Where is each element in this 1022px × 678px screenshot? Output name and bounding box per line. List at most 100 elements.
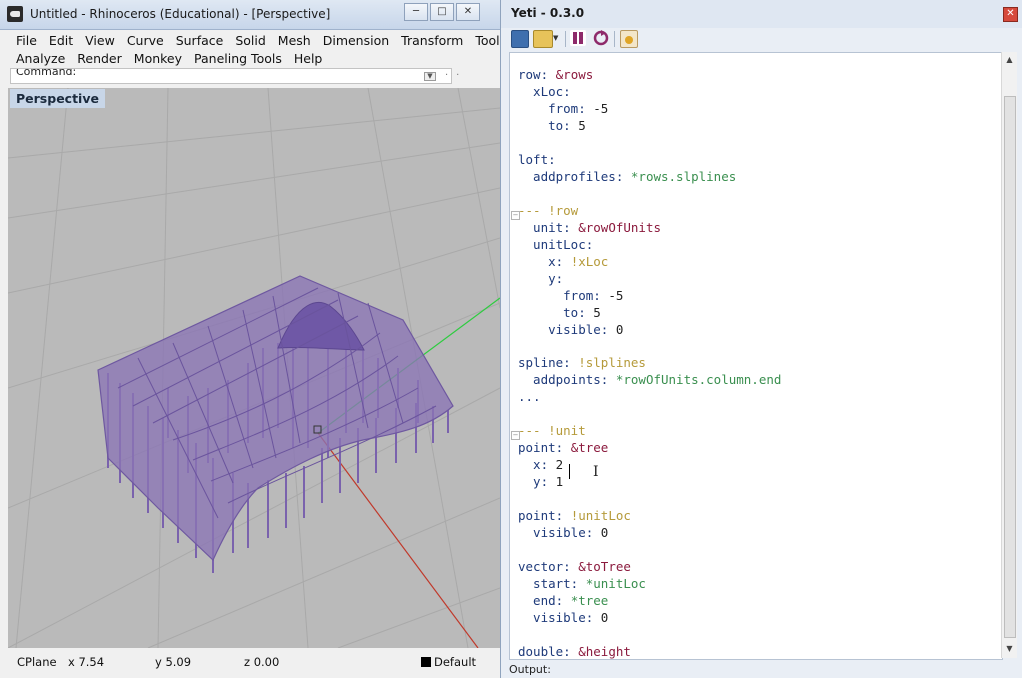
code-token: to: [518,304,594,320]
code-line[interactable]: row: &rows [518,67,781,84]
code-line[interactable]: y: 1 [518,474,781,491]
chevron-down-icon[interactable]: ▼ [553,34,558,42]
code-line[interactable]: --- !unit [518,423,781,440]
code-line[interactable] [518,627,781,644]
screenshot-icon[interactable] [620,30,638,48]
yeti-titlebar[interactable]: Yeti - 0.3.0 ✕ [501,0,1022,28]
menu-item-analyze[interactable]: Analyze [10,51,71,66]
scroll-down-icon[interactable]: ▼ [1005,644,1014,653]
code-token: !xLoc [570,253,609,269]
maximize-icon[interactable]: □ [430,3,454,21]
code-token: visible: [518,525,601,541]
code-line[interactable]: unitLoc: [518,237,781,254]
code-line[interactable]: end: *tree [518,593,781,610]
code-line[interactable]: xLoc: [518,84,781,101]
viewport-canvas[interactable] [8,88,500,648]
yeti-window-title: Yeti - 0.3.0 [511,6,585,20]
code-line[interactable]: from: -5 [518,101,781,118]
code-token: y: [518,270,564,286]
code-line[interactable] [518,491,781,508]
code-token: *rowOfUnits.column.end [615,372,782,388]
code-token: point: [518,508,571,524]
code-token: 0 [600,610,609,625]
menu-item-view[interactable]: View [79,33,121,48]
menu-item-dimension[interactable]: Dimension [317,33,395,48]
yaml-code[interactable]: row: &rows xLoc: from: -5 to: 5 loft: ad… [518,67,781,659]
code-token: y: [518,474,556,490]
code-line[interactable]: point: &tree [518,440,781,457]
menu-item-file[interactable]: File [10,33,43,48]
command-options-icon[interactable]: ·· [445,70,467,81]
code-line[interactable]: addpoints: *rowOfUnits.column.end [518,372,781,389]
code-line[interactable] [518,406,781,423]
code-line[interactable]: y: [518,271,781,288]
code-line[interactable]: vector: &toTree [518,559,781,576]
layer-color-swatch[interactable] [421,657,431,667]
code-line[interactable]: ... [518,389,781,406]
code-token: vector: [518,559,579,575]
code-token: 0 [615,321,624,337]
code-token: row: [518,67,556,82]
menu-item-transform[interactable]: Transform [395,33,469,48]
code-line[interactable]: to: 5 [518,305,781,322]
code-token: -5 [593,100,609,116]
rhino-window-title: Untitled - Rhinoceros (Educational) - [P… [30,7,331,21]
menu-item-paneling-tools[interactable]: Paneling Tools [188,51,288,66]
menu-item-edit[interactable]: Edit [43,33,79,48]
close-icon[interactable]: ✕ [456,3,480,21]
menu-item-surface[interactable]: Surface [170,33,230,48]
viewport-title-tab[interactable]: Perspective [10,89,105,108]
code-line[interactable]: visible: 0 [518,610,781,627]
code-line[interactable]: point: !unitLoc [518,508,781,525]
close-icon[interactable]: ✕ [1003,7,1018,22]
code-token: 2 [555,457,564,473]
code-line[interactable]: addprofiles: *rows.slplines [518,169,781,186]
code-line[interactable]: visible: 0 [518,322,781,339]
pause-icon[interactable] [570,30,586,46]
refresh-icon[interactable] [593,30,609,46]
menu-item-monkey[interactable]: Monkey [128,51,188,66]
scroll-up-icon[interactable]: ▲ [1005,55,1014,64]
code-line[interactable]: from: -5 [518,288,781,305]
code-line[interactable] [518,542,781,559]
code-editor[interactable]: − − row: &rows xLoc: from: -5 to: 5 loft… [509,52,1003,660]
code-line[interactable]: to: 5 [518,118,781,135]
code-line[interactable]: x: 2 [518,457,781,474]
code-token: !unitLoc [570,508,631,524]
code-line[interactable]: spline: !slplines [518,355,781,372]
perspective-viewport[interactable]: Perspective [8,88,500,648]
save-icon[interactable] [511,30,529,48]
code-line[interactable]: x: !xLoc [518,254,781,271]
command-history-dropdown-icon[interactable]: ▼ [424,72,436,81]
menu-item-curve[interactable]: Curve [121,33,170,48]
code-line[interactable]: start: *unitLoc [518,576,781,593]
code-line[interactable] [518,186,781,203]
menu-bar: File Edit View Curve Surface Solid Mesh Dimensi… [10,31,506,67]
code-line[interactable]: loft: [518,152,781,169]
code-line[interactable]: visible: 0 [518,525,781,542]
vertical-scrollbar[interactable]: ▲ ▼ [1001,52,1017,658]
yeti-window: Yeti - 0.3.0 ✕ ▼ − − row: &rows xLoc: fr… [500,0,1022,678]
rhino-titlebar[interactable]: Untitled - Rhinoceros (Educational) - [P… [0,0,500,30]
current-layer[interactable]: Default [434,655,476,669]
menu-item-solid[interactable]: Solid [229,33,271,48]
code-line[interactable] [518,339,781,356]
code-token: --- !row [518,202,579,218]
cplane-label[interactable]: CPlane [17,655,57,669]
rhino-app-icon [7,6,23,22]
code-line[interactable]: double: &height [518,643,781,659]
toolbar-divider [614,31,615,47]
code-token: 0 [600,525,609,541]
code-line[interactable]: --- !row [518,203,781,220]
minimize-icon[interactable]: ─ [404,3,428,21]
menu-item-help[interactable]: Help [288,51,329,66]
code-line[interactable]: unit: &rowOfUnits [518,220,781,237]
code-line[interactable] [518,135,781,152]
code-token: double: [518,643,579,659]
output-label: Output: [509,663,551,676]
command-line[interactable]: Command: [10,68,452,84]
menu-item-mesh[interactable]: Mesh [272,33,317,48]
scrollbar-thumb[interactable] [1004,96,1016,638]
menu-item-render[interactable]: Render [71,51,128,66]
open-folder-icon[interactable] [533,30,553,48]
